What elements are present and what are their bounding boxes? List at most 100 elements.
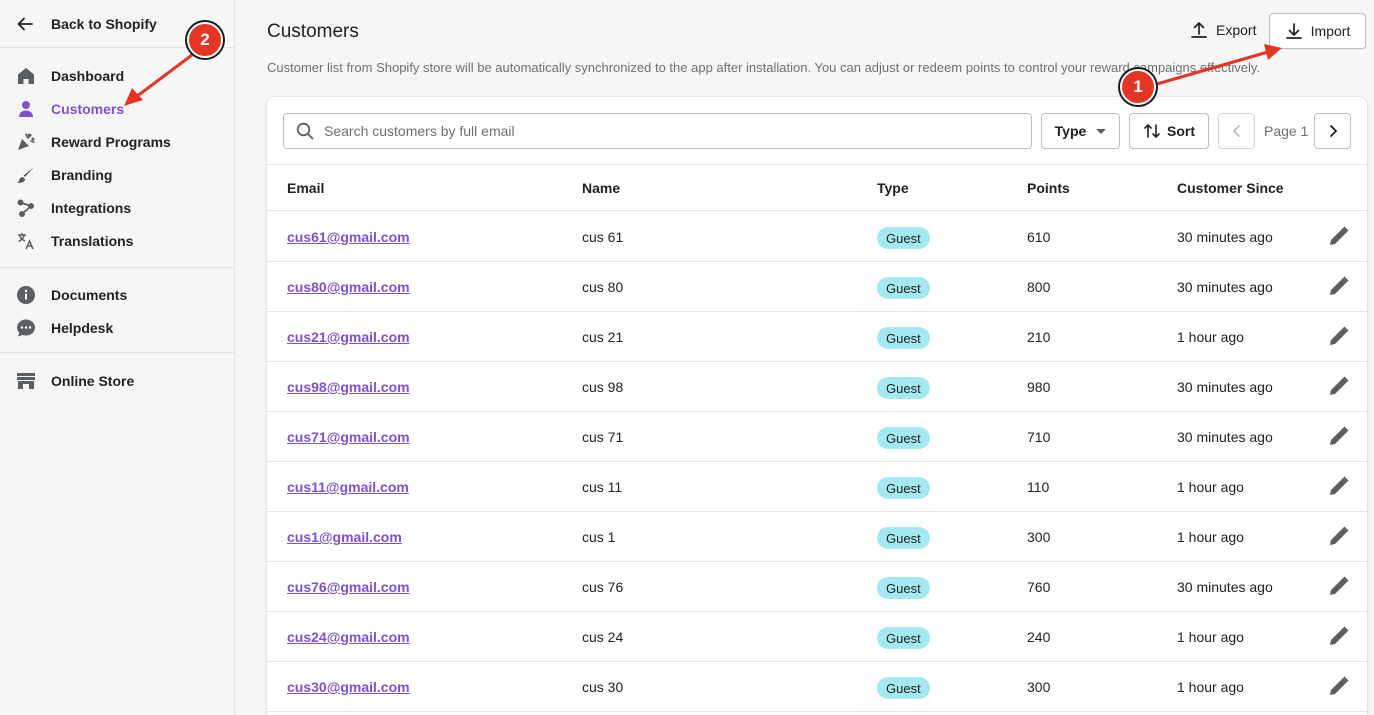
- edit-pencil-icon[interactable]: [1327, 274, 1351, 298]
- chevron-left-icon: [1232, 125, 1240, 137]
- column-header-type[interactable]: Type: [877, 180, 909, 196]
- customer-since: 1 hour ago: [1177, 329, 1244, 345]
- customer-email-link[interactable]: cus1@gmail.com: [287, 529, 402, 545]
- column-header-name[interactable]: Name: [582, 180, 620, 196]
- table-row[interactable]: cus1@gmail.com cus 1 Guest 300 1 hour ago: [267, 512, 1367, 562]
- edit-pencil-icon[interactable]: [1327, 424, 1351, 448]
- nav-item-documents[interactable]: Documents: [0, 278, 234, 311]
- caret-down-icon: [1096, 128, 1107, 134]
- sidebar: Back to Shopify Dashboard Customers Rewa…: [0, 0, 235, 715]
- customer-email-link[interactable]: cus71@gmail.com: [287, 429, 410, 445]
- store-icon: [15, 370, 37, 392]
- customer-type-badge: Guest: [877, 327, 930, 349]
- customer-email-link[interactable]: cus61@gmail.com: [287, 229, 410, 245]
- customer-name: cus 11: [582, 479, 623, 495]
- nav-group-main: Dashboard Customers Reward Programs Bran…: [0, 59, 234, 257]
- table-row[interactable]: cus76@gmail.com cus 76 Guest 760 30 minutes …: [267, 562, 1367, 612]
- import-label: Import: [1310, 23, 1351, 39]
- customer-name: cus 61: [582, 229, 624, 245]
- edit-pencil-icon[interactable]: [1327, 524, 1351, 548]
- back-label: Back to Shopify: [51, 15, 157, 32]
- annotation-step-2: 2: [187, 22, 223, 58]
- home-icon: [15, 65, 37, 87]
- customer-email-link[interactable]: cus21@gmail.com: [287, 329, 410, 345]
- import-button[interactable]: Import: [1269, 13, 1366, 49]
- customer-since: 30 minutes ago: [1177, 579, 1273, 595]
- nav-item-online-store[interactable]: Online Store: [0, 364, 234, 397]
- customer-name: cus 80: [582, 279, 624, 295]
- nav-item-integrations[interactable]: Integrations: [0, 191, 234, 224]
- customer-type-badge: Guest: [877, 627, 930, 649]
- table-row[interactable]: cus30@gmail.com cus 30 Guest 300 1 hour ago: [267, 662, 1367, 712]
- translate-icon: [15, 230, 37, 252]
- nav-label: Customers: [51, 100, 125, 117]
- customer-type-badge: Guest: [877, 227, 930, 249]
- customer-since: 30 minutes ago: [1177, 429, 1273, 445]
- edit-pencil-icon[interactable]: [1327, 674, 1351, 698]
- customer-email-link[interactable]: cus24@gmail.com: [287, 629, 410, 645]
- table-header: Email Name Type Points Customer Since: [267, 165, 1367, 211]
- nav-label: Dashboard: [51, 67, 125, 84]
- customer-since: 1 hour ago: [1177, 479, 1244, 495]
- table-row[interactable]: cus61@gmail.com cus 61 Guest 610 30 minutes …: [267, 212, 1367, 262]
- table-row[interactable]: cus80@gmail.com cus 80 Guest 800 30 minutes …: [267, 262, 1367, 312]
- sort-label: Sort: [1167, 123, 1195, 139]
- nav-label: Online Store: [51, 372, 135, 389]
- nav-group-store: Online Store: [0, 364, 234, 397]
- search-field[interactable]: Search customers by full email: [283, 113, 1032, 149]
- customer-name: cus 1: [582, 529, 616, 545]
- previous-page-button[interactable]: [1218, 113, 1255, 149]
- customer-points: 800: [1027, 279, 1051, 295]
- nav-divider: [0, 352, 234, 353]
- customer-name: cus 24: [582, 629, 624, 645]
- table-row[interactable]: cus98@gmail.com cus 98 Guest 980 30 minutes …: [267, 362, 1367, 412]
- export-button[interactable]: Export: [1190, 17, 1256, 43]
- nav-item-reward-programs[interactable]: Reward Programs: [0, 125, 234, 158]
- nav-item-translations[interactable]: Translations: [0, 224, 234, 257]
- info-icon: [15, 284, 37, 306]
- customer-name: cus 30: [582, 679, 624, 695]
- table-row[interactable]: cus24@gmail.com cus 24 Guest 240 1 hour ago: [267, 612, 1367, 662]
- customer-email-link[interactable]: cus11@gmail.com: [287, 479, 409, 495]
- nav-item-dashboard[interactable]: Dashboard: [0, 59, 234, 92]
- edit-pencil-icon[interactable]: [1327, 324, 1351, 348]
- type-filter-button[interactable]: Type: [1041, 113, 1120, 149]
- edit-pencil-icon[interactable]: [1327, 224, 1351, 248]
- nav-label: Helpdesk: [51, 319, 114, 336]
- next-page-button[interactable]: [1314, 113, 1351, 149]
- customer-email-link[interactable]: cus98@gmail.com: [287, 379, 410, 395]
- table-row[interactable]: cus71@gmail.com cus 71 Guest 710 30 minutes …: [267, 412, 1367, 462]
- annotation-step-1: 1: [1120, 69, 1156, 105]
- person-icon: [15, 98, 37, 120]
- table-row[interactable]: cus11@gmail.com cus 11 Guest 110 1 hour ago: [267, 462, 1367, 512]
- column-header-customer-since[interactable]: Customer Since: [1177, 180, 1284, 196]
- edit-pencil-icon[interactable]: [1327, 574, 1351, 598]
- search-input[interactable]: Search customers by full email: [324, 123, 515, 139]
- integrations-icon: [15, 197, 37, 219]
- column-header-points[interactable]: Points: [1027, 180, 1070, 196]
- customer-email-link[interactable]: cus76@gmail.com: [287, 579, 410, 595]
- customer-points: 980: [1027, 379, 1051, 395]
- customer-since: 1 hour ago: [1177, 529, 1244, 545]
- nav-divider: [0, 267, 234, 268]
- table-row[interactable]: cus21@gmail.com cus 21 Guest 210 1 hour ago: [267, 312, 1367, 362]
- main-content: Customers Customer list from Shopify sto…: [235, 0, 1374, 715]
- sort-button[interactable]: Sort: [1129, 113, 1209, 149]
- nav-label: Documents: [51, 286, 128, 303]
- page-title: Customers: [267, 21, 359, 42]
- edit-pencil-icon[interactable]: [1327, 474, 1351, 498]
- nav-label: Branding: [51, 166, 113, 183]
- customer-email-link[interactable]: cus80@gmail.com: [287, 279, 410, 295]
- customer-email-link[interactable]: cus30@gmail.com: [287, 679, 410, 695]
- column-header-email[interactable]: Email: [287, 180, 324, 196]
- customer-points: 210: [1027, 329, 1051, 345]
- customers-card: Search customers by full email Type Sort…: [267, 97, 1367, 715]
- customer-points: 710: [1027, 429, 1051, 445]
- edit-pencil-icon[interactable]: [1327, 374, 1351, 398]
- nav-item-branding[interactable]: Branding: [0, 158, 234, 191]
- download-icon: [1285, 23, 1302, 39]
- nav-item-helpdesk[interactable]: Helpdesk: [0, 311, 234, 344]
- nav-item-customers[interactable]: Customers: [0, 92, 234, 125]
- edit-pencil-icon[interactable]: [1327, 624, 1351, 648]
- customer-type-badge: Guest: [877, 277, 930, 299]
